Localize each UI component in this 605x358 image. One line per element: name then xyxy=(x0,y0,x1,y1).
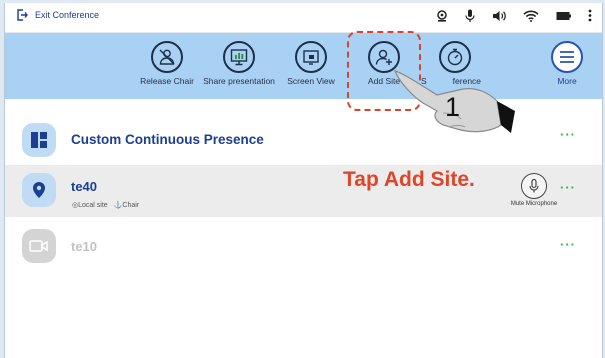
microphone-icon xyxy=(529,179,539,193)
mute-microphone-circle xyxy=(521,173,547,199)
local-site-tag: ◎Local site xyxy=(72,201,108,209)
share-presentation-button[interactable]: Share presentation xyxy=(203,41,275,86)
chair-tag: ⚓Chair xyxy=(114,201,139,209)
release-chair-button[interactable]: Release Chair xyxy=(131,41,203,86)
battery-icon xyxy=(556,11,571,20)
screen-view-button[interactable]: Screen View xyxy=(275,41,347,86)
mute-microphone-button[interactable]: Mute Microphone xyxy=(505,173,563,208)
share-presentation-circle xyxy=(223,41,255,73)
release-chair-label: Release Chair xyxy=(140,76,194,86)
presence-more-button[interactable]: ··· xyxy=(560,127,576,142)
more-button[interactable]: More xyxy=(531,41,602,86)
site-row-te40[interactable]: te40 ◎Local site ⚓Chair Mute Microphone … xyxy=(5,165,602,217)
site-tags-te40: ◎Local site ⚓Chair xyxy=(72,201,139,209)
site-name-te40: te40 xyxy=(71,179,98,194)
exit-conference-label: Exit Conference xyxy=(35,10,100,20)
release-chair-circle xyxy=(151,41,183,73)
wifi-icon xyxy=(523,10,539,22)
status-icons xyxy=(436,9,592,22)
screen-view-label: Screen View xyxy=(287,76,335,86)
local-site-text: Local site xyxy=(78,202,108,209)
camera-icon[interactable] xyxy=(436,9,448,22)
mute-microphone-label: Mute Microphone xyxy=(510,201,558,207)
site-avatar-te40 xyxy=(22,173,56,207)
video-camera-icon xyxy=(29,240,48,252)
top-bar: Exit Conference xyxy=(5,3,602,33)
site-name-te10: te10 xyxy=(71,239,98,254)
share-presentation-label: Share presentation xyxy=(203,76,275,86)
more-vertical-icon[interactable] xyxy=(588,9,592,22)
site-row-te10[interactable]: te10 ··· xyxy=(5,221,602,273)
exit-conference-button[interactable]: Exit Conference xyxy=(16,9,99,21)
speaker-icon[interactable] xyxy=(492,10,506,22)
site-more-button-te10[interactable]: ··· xyxy=(560,237,576,252)
more-label: More xyxy=(557,76,577,86)
timer-icon xyxy=(447,48,463,66)
layout-icon xyxy=(31,132,47,148)
screen-view-circle xyxy=(295,41,327,73)
share-presentation-icon xyxy=(230,49,248,66)
site-more-button-te40[interactable]: ··· xyxy=(560,180,576,195)
screen-view-icon xyxy=(303,50,319,65)
chair-text: Chair xyxy=(122,202,140,209)
step-number: 1 xyxy=(445,92,461,122)
more-circle xyxy=(551,41,583,73)
microphone-icon[interactable] xyxy=(465,9,475,22)
exit-icon xyxy=(17,9,28,21)
instruction-text: Tap Add Site. xyxy=(343,168,475,191)
conference-screen: Exit Conference Release Chair Share pres… xyxy=(4,3,603,358)
release-chair-icon xyxy=(159,49,175,65)
location-pin-icon xyxy=(33,182,45,198)
menu-icon xyxy=(560,51,574,63)
presence-avatar xyxy=(22,123,56,157)
presence-title: Custom Continuous Presence xyxy=(71,132,264,147)
site-avatar-te10 xyxy=(22,229,56,263)
